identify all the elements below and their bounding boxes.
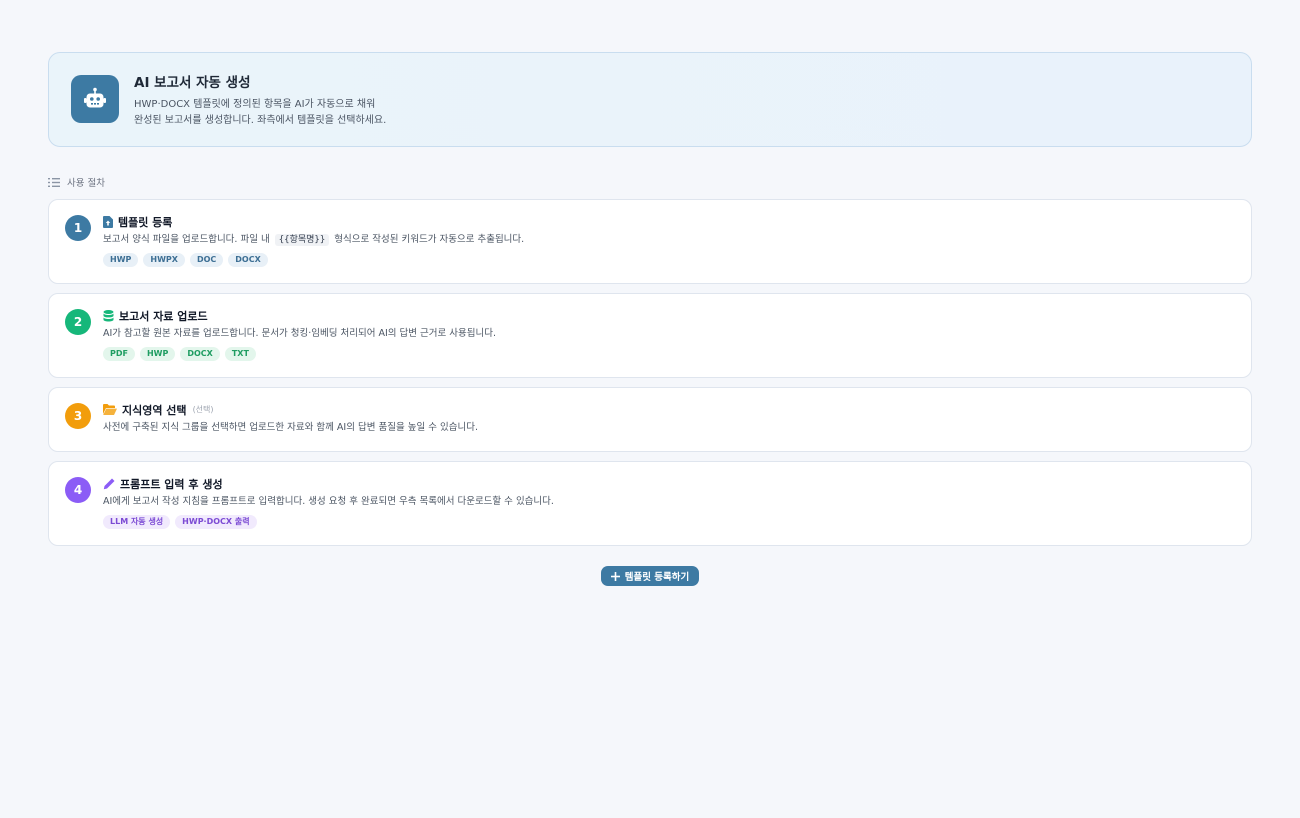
section-label-text: 사용 절차 (67, 178, 105, 189)
step-title: 프롬프트 입력 후 생성 (120, 477, 223, 491)
format-tag: TXT (224, 347, 256, 361)
keyword-code-chip: {{항목명}} (274, 234, 330, 246)
pencil-icon (103, 478, 115, 489)
page-title: AI 보고서 자동 생성 (134, 75, 251, 91)
plus-icon (610, 571, 620, 581)
register-template-button[interactable]: 템플릿 등록하기 (600, 566, 700, 586)
format-tag: DOC (189, 253, 224, 267)
section-label: 사용 절차 (48, 175, 1252, 189)
step-title: 지식영역 선택 (122, 403, 187, 417)
format-tag: DOCX (228, 253, 268, 267)
format-tag: HWP (139, 347, 176, 361)
step-number: 4 (65, 477, 91, 503)
folder-open-icon (103, 404, 117, 415)
step-description: AI가 참고할 원본 자료를 업로드합니다. 문서가 청킹·임베딩 처리되어 A… (103, 328, 496, 339)
register-template-button-label: 템플릿 등록하기 (624, 572, 690, 583)
format-tags: PDF HWP DOCX TXT (103, 347, 1235, 361)
step-card-data-upload: 2 보고서 자료 업로드 AI가 참고할 원본 자료를 업로드합니다. 문서가 … (48, 293, 1252, 378)
hero-description-line-2: 완성된 보고서를 생성합니다. 좌측에서 템플릿을 선택하세요. (134, 115, 387, 126)
format-tag: HWPX (143, 253, 185, 267)
step-number: 2 (65, 309, 91, 335)
file-upload-icon (103, 215, 113, 228)
step-card-knowledge-select: 3 지식영역 선택 (선택) 사전에 구축된 지식 그룹을 선택하면 업로드한 … (48, 387, 1252, 452)
step-card-template-register: 1 템플릿 등록 보고서 양식 파일을 업로드합니다. 파일 내 {{항목명}}… (48, 199, 1252, 284)
optional-label: (선택) (192, 405, 214, 414)
hero-banner: AI 보고서 자동 생성 HWP·DOCX 템플릿에 정의된 항목을 AI가 자… (48, 52, 1252, 147)
step-title: 보고서 자료 업로드 (119, 309, 208, 323)
step-number: 1 (65, 215, 91, 241)
format-tag: PDF (103, 347, 135, 361)
robot-icon (71, 75, 119, 123)
format-tag: HWP (103, 253, 139, 267)
step-card-prompt-generate: 4 프롬프트 입력 후 생성 AI에게 보고서 작성 지침을 프롬프트로 입력합… (48, 461, 1252, 546)
step-description: AI에게 보고서 작성 지침을 프롬프트로 입력합니다. 생성 요청 후 완료되… (103, 496, 554, 507)
step-number: 3 (65, 403, 91, 429)
step-title: 템플릿 등록 (118, 215, 173, 229)
format-tag: DOCX (180, 347, 220, 361)
database-icon (103, 309, 114, 322)
page: AI 보고서 자동 생성 HWP·DOCX 템플릿에 정의된 항목을 AI가 자… (0, 0, 1300, 818)
step-description: 사전에 구축된 지식 그룹을 선택하면 업로드한 자료와 함께 AI의 답변 품… (103, 422, 478, 433)
feature-tags: LLM 자동 생성 HWP·DOCX 출력 (103, 515, 1235, 529)
format-tags: HWP HWPX DOC DOCX (103, 253, 1235, 267)
hero-text: AI 보고서 자동 생성 HWP·DOCX 템플릿에 정의된 항목을 AI가 자… (134, 75, 386, 129)
feature-tag: HWP·DOCX 출력 (175, 515, 257, 529)
list-ordered-icon (48, 177, 60, 187)
step-description: 보고서 양식 파일을 업로드합니다. 파일 내 {{항목명}} 형식으로 작성된… (103, 234, 525, 246)
feature-tag: LLM 자동 생성 (103, 515, 171, 529)
cta-wrap: 템플릿 등록하기 (48, 566, 1252, 586)
hero-description-line-1: HWP·DOCX 템플릿에 정의된 항목을 AI가 자동으로 채워 (134, 99, 376, 110)
